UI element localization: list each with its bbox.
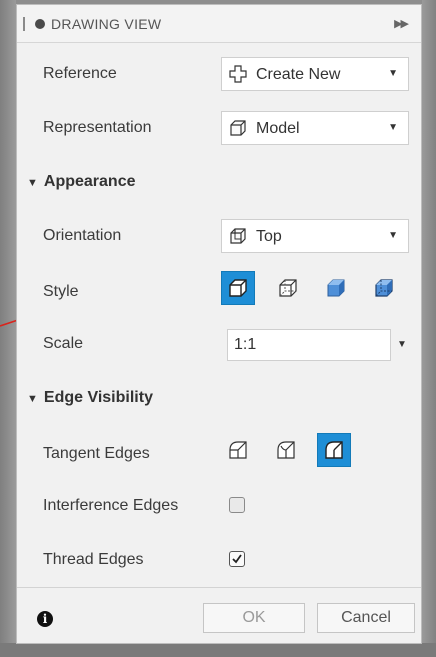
dialog-titlebar[interactable]: DRAWING VIEW ▶▶ [17,5,421,43]
tangent-off-icon [229,441,247,459]
drag-handle[interactable] [23,16,25,31]
background-right [422,0,436,657]
thread-edges-checkbox[interactable] [229,551,245,567]
interference-edges-row: Interference Edges [17,481,421,533]
interference-edges-label: Interference Edges [43,497,179,514]
footer-divider [17,587,421,588]
ok-button[interactable]: OK [203,603,305,633]
shaded-hidden-edges-icon [375,279,393,297]
tangent-smooth-icon [325,441,343,459]
tangent-edges-label: Tangent Edges [43,445,150,462]
style-label: Style [43,283,79,300]
appearance-heading: Appearance [43,173,136,190]
background-bottom [0,643,436,657]
scale-row: Scale 1:1 ▼ [17,319,421,371]
style-shaded-button[interactable] [319,271,353,305]
shaded-icon [327,279,345,297]
cancel-button[interactable]: Cancel [317,603,415,633]
tangent-edges-row: Tangent Edges [17,429,421,481]
dialog-status-icon [35,18,45,29]
scale-input[interactable]: 1:1 [227,329,391,361]
reference-row: Reference Create New ▼ [17,49,421,101]
style-visible-hidden-edges-button[interactable] [271,271,305,305]
top-view-icon [230,228,246,244]
orientation-dropdown[interactable]: Top ▼ [221,219,409,253]
style-row: Style [17,267,421,319]
edge-visibility-section-header[interactable]: ▼ Edge Visibility [27,389,153,407]
orientation-label: Orientation [43,227,122,244]
chevron-down-icon: ▼ [388,122,398,133]
chevron-down-icon[interactable]: ▼ [397,339,407,350]
dialog-title: DRAWING VIEW [51,15,162,32]
tangent-full-icon [277,441,295,459]
representation-value: Model [256,120,300,137]
reference-dropdown[interactable]: Create New ▼ [221,57,409,91]
drawing-view-dialog: DRAWING VIEW ▶▶ Reference Create New ▼ R… [16,4,422,644]
tangent-edges-smooth-button[interactable] [317,433,351,467]
tangent-edges-off-button[interactable] [221,433,255,467]
create-new-icon [229,65,247,83]
style-shaded-hidden-edges-button[interactable] [367,271,401,305]
checkmark-icon [232,554,242,564]
appearance-section-header[interactable]: ▼ Appearance [27,173,135,191]
thread-edges-row: Thread Edges [17,535,421,587]
orientation-row: Orientation Top ▼ [17,211,421,263]
collapse-triangle-icon: ▼ [27,393,38,405]
reference-value: Create New [256,66,341,83]
representation-dropdown[interactable]: Model ▼ [221,111,409,145]
scale-label: Scale [43,335,84,352]
scale-value: 1:1 [234,336,257,353]
chevron-down-icon: ▼ [388,230,398,241]
model-icon [230,120,246,136]
expand-icon[interactable]: ▶▶ [394,17,409,30]
reference-label: Reference [43,65,117,82]
edge-visibility-heading: Edge Visibility [43,389,153,406]
info-icon[interactable]: i [37,611,53,627]
representation-row: Representation Model ▼ [17,103,421,155]
interference-edges-checkbox[interactable] [229,497,245,513]
hidden-edges-icon [279,279,297,297]
chevron-down-icon: ▼ [388,68,398,79]
orientation-value: Top [256,228,282,245]
collapse-triangle-icon: ▼ [27,177,38,189]
visible-edges-icon [229,279,247,297]
representation-label: Representation [43,119,152,136]
thread-edges-label: Thread Edges [43,551,144,568]
tangent-edges-full-button[interactable] [269,433,303,467]
style-visible-edges-button[interactable] [221,271,255,305]
